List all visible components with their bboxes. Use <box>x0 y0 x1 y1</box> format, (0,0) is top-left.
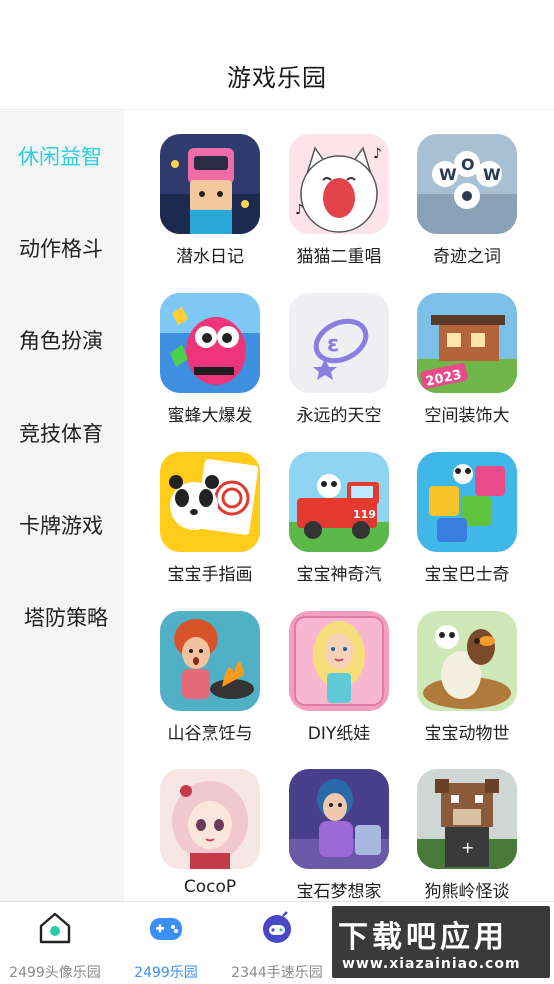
game-tile[interactable]: DIY纸娃 <box>275 611 403 761</box>
watermark-url: www.xiazainiao.com <box>342 956 521 972</box>
game-name: CocoP <box>183 877 237 897</box>
gamepad-icon <box>148 910 184 946</box>
game-tile[interactable]: 宝宝动物世 <box>403 611 531 761</box>
game-tile[interactable]: 山谷烹饪与 <box>146 611 274 761</box>
wonder-words-icon: WOW <box>417 134 517 234</box>
cat-duet-icon: ♪ ♪ <box>289 134 389 234</box>
tab-speed-park[interactable]: 2344手速乐园 <box>222 902 332 984</box>
svg-text:W: W <box>439 165 457 184</box>
game-name: 狗熊岭怪谈 <box>424 882 510 901</box>
diy-paper-doll-icon <box>289 611 389 711</box>
game-name: 宝宝巴士奇 <box>424 565 510 585</box>
category-sidebar: 休闲益智 动作格斗 角色扮演 竞技体育 卡牌游戏 塔防策略 <box>0 111 124 901</box>
game-tile[interactable]: + 狗熊岭怪谈 <box>403 769 531 901</box>
category-sports[interactable]: 竞技体育 <box>19 414 129 454</box>
bee-blast-icon <box>160 293 260 393</box>
game-tile[interactable]: ε 永远的天空 <box>275 293 403 443</box>
game-tile[interactable]: 宝宝巴士奇 <box>403 452 531 602</box>
site-watermark: 下载吧应用 www.xiazainiao.com <box>332 906 550 978</box>
svg-text:119: 119 <box>353 508 376 521</box>
game-name: 宝宝神奇汽 <box>296 565 382 585</box>
svg-text:W: W <box>483 165 501 184</box>
forever-sky-icon: ε <box>289 293 389 393</box>
svg-text:+: + <box>461 838 474 857</box>
watermark-title: 下载吧应用 <box>338 920 508 955</box>
game-tile[interactable]: 宝宝手指画 <box>146 452 274 602</box>
bear-ridge-tales-icon: + <box>417 769 517 869</box>
game-name: 猫猫二重唱 <box>296 247 382 267</box>
game-tile[interactable]: 潜水日记 <box>146 134 274 284</box>
game-name: 永远的天空 <box>296 406 382 426</box>
app-header: 游戏乐园 <box>0 0 554 110</box>
game-grid: 潜水日记 ♪ ♪ 猫猫二重唱 WOW 奇迹之词 蜜蜂大爆发 ε 永远的天空 202… <box>124 111 554 901</box>
game-tile[interactable]: WOW 奇迹之词 <box>403 134 531 284</box>
category-tower-defense[interactable]: 塔防策略 <box>24 598 134 638</box>
game-name: 宝宝动物世 <box>424 724 510 744</box>
game-name: 空间装饰大 <box>424 406 510 426</box>
tab-label: 2499头像乐园 <box>9 965 101 981</box>
category-role-playing[interactable]: 角色扮演 <box>19 321 129 361</box>
gem-dreamer-icon <box>289 769 389 869</box>
game-name: 奇迹之词 <box>433 247 501 267</box>
game-tile[interactable]: 蜜蜂大爆发 <box>146 293 274 443</box>
svg-text:♪: ♪ <box>295 202 304 218</box>
babybus-puzzle-icon <box>417 452 517 552</box>
diving-diary-icon <box>160 134 260 234</box>
game-name: 宝石梦想家 <box>296 882 382 901</box>
tab-label: 2344手速乐园 <box>231 965 323 981</box>
space-decor-icon: 2023 <box>417 293 517 393</box>
controller-bubble-icon <box>259 910 295 946</box>
game-tile[interactable]: 119 宝宝神奇汽 <box>275 452 403 602</box>
page-title: 游戏乐园 <box>227 64 327 92</box>
game-name: 宝宝手指画 <box>167 565 253 585</box>
game-name: 山谷烹饪与 <box>167 724 253 744</box>
category-casual-puzzle[interactable]: 休闲益智 <box>18 137 128 177</box>
baby-magic-car-icon: 119 <box>289 452 389 552</box>
baby-finger-painting-icon <box>160 452 260 552</box>
game-name: 潜水日记 <box>176 247 244 267</box>
baby-animal-world-icon <box>417 611 517 711</box>
tab-label: 2499乐园 <box>134 965 198 981</box>
tab-avatar-park[interactable]: 2499头像乐园 <box>0 902 110 984</box>
game-name: 蜜蜂大爆发 <box>167 406 253 426</box>
cocop-icon <box>160 769 260 869</box>
game-tile[interactable]: ♪ ♪ 猫猫二重唱 <box>275 134 403 284</box>
svg-text:ε: ε <box>327 332 339 357</box>
game-name: DIY纸娃 <box>307 724 371 744</box>
valley-cooking-icon <box>160 611 260 711</box>
category-card-games[interactable]: 卡牌游戏 <box>19 506 129 546</box>
svg-text:♪: ♪ <box>373 146 382 162</box>
home-icon <box>37 910 73 946</box>
tab-game-park[interactable]: 2499乐园 <box>111 902 221 984</box>
game-tile[interactable]: 2023 空间装饰大 <box>403 293 531 443</box>
game-tile[interactable]: 宝石梦想家 <box>275 769 403 901</box>
game-tile[interactable]: CocoP <box>146 769 274 901</box>
svg-text:O: O <box>461 155 475 174</box>
category-action-fighting[interactable]: 动作格斗 <box>19 229 129 269</box>
